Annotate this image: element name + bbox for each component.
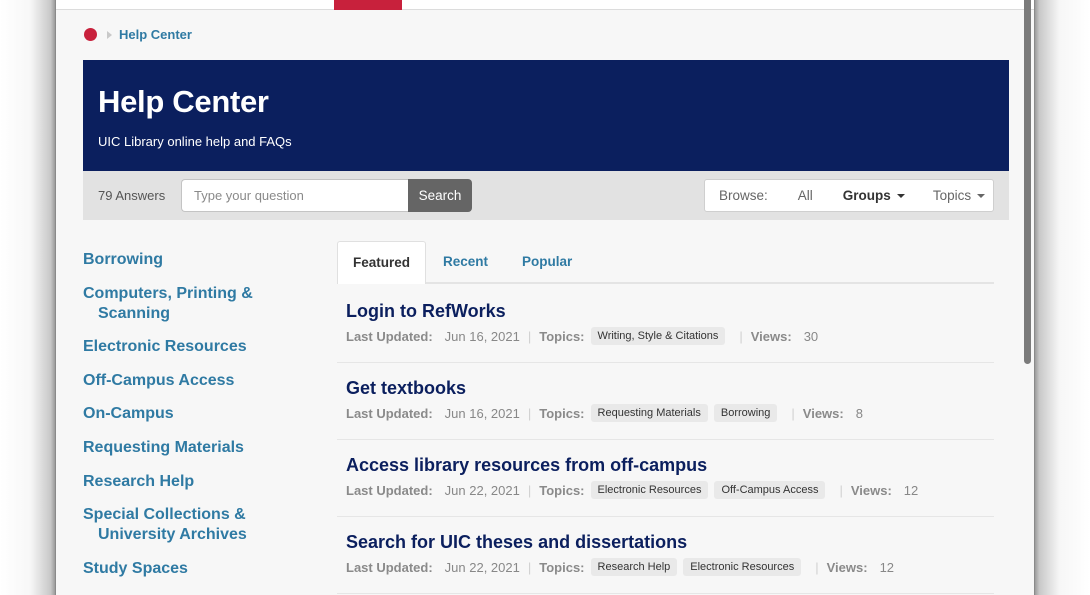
article-meta: Last Updated: Jun 22, 2021 | Topics: Ele… bbox=[346, 481, 994, 499]
browse-groups-dropdown[interactable]: Groups bbox=[843, 188, 905, 203]
last-updated-label: Last Updated: bbox=[346, 405, 433, 421]
last-updated-label: Last Updated: bbox=[346, 482, 433, 498]
browse-label: Browse: bbox=[719, 188, 768, 203]
tab-recent[interactable]: Recent bbox=[426, 241, 505, 284]
chevron-right-icon bbox=[107, 30, 112, 39]
breadcrumb-help-center[interactable]: Help Center bbox=[119, 27, 192, 42]
article-title-link[interactable]: Login to RefWorks bbox=[346, 300, 994, 322]
topic-tag[interactable]: Electronic Resources bbox=[590, 481, 709, 499]
page-subtitle: UIC Library online help and FAQs bbox=[98, 134, 292, 149]
window-shadow-left bbox=[0, 0, 55, 595]
tab-featured[interactable]: Featured bbox=[337, 241, 427, 284]
last-updated-value: Jun 16, 2021 bbox=[444, 405, 520, 421]
views-label: Views: bbox=[850, 482, 892, 498]
sidebar-item-electronic-resources[interactable]: Electronic Resources bbox=[83, 337, 313, 357]
sidebar-item-study-spaces[interactable]: Study Spaces bbox=[83, 559, 313, 579]
search-button[interactable]: Search bbox=[408, 179, 472, 212]
article-title-link[interactable]: Search for UIC theses and dissertations bbox=[346, 531, 994, 553]
separator: | bbox=[527, 328, 532, 344]
sidebar-item-special-collections[interactable]: Special Collections & University Archive… bbox=[83, 505, 313, 545]
page-scrollbar[interactable] bbox=[1024, 0, 1031, 364]
views-label: Views: bbox=[750, 328, 792, 344]
topic-tag[interactable]: Electronic Resources bbox=[683, 558, 802, 576]
caret-down-icon bbox=[896, 193, 905, 198]
separator: | bbox=[527, 482, 532, 498]
topic-sidebar: Borrowing Computers, Printing & Scanning… bbox=[83, 250, 313, 592]
views-value: 30 bbox=[803, 328, 819, 344]
topics-label: Topics: bbox=[539, 559, 585, 575]
list-item: Login to RefWorks Last Updated: Jun 16, … bbox=[337, 286, 994, 363]
tab-popular[interactable]: Popular bbox=[505, 241, 589, 284]
article-title-link[interactable]: Get textbooks bbox=[346, 377, 994, 399]
sidebar-item-on-campus[interactable]: On-Campus bbox=[83, 404, 313, 424]
page-banner: Help Center UIC Library online help and … bbox=[83, 60, 1009, 171]
article-meta: Last Updated: Jun 22, 2021 | Topics: Res… bbox=[346, 558, 994, 576]
article-meta: Last Updated: Jun 16, 2021 | Topics: Wri… bbox=[346, 327, 994, 345]
home-dot-icon[interactable] bbox=[84, 28, 97, 41]
last-updated-value: Jun 16, 2021 bbox=[444, 328, 520, 344]
views-value: 12 bbox=[903, 482, 919, 498]
list-item: Search for UIC theses and dissertations … bbox=[337, 517, 994, 594]
sidebar-item-off-campus-access[interactable]: Off-Campus Access bbox=[83, 371, 313, 391]
separator: | bbox=[739, 328, 743, 344]
breadcrumb: Help Center bbox=[84, 27, 192, 42]
last-updated-value: Jun 22, 2021 bbox=[444, 482, 520, 498]
topic-tag[interactable]: Writing, Style & Citations bbox=[590, 327, 726, 345]
article-tabs: Featured Recent Popular bbox=[337, 241, 994, 284]
article-list: Login to RefWorks Last Updated: Jun 16, … bbox=[337, 286, 994, 594]
top-navigation bbox=[56, 0, 1034, 10]
last-updated-label: Last Updated: bbox=[346, 328, 433, 344]
last-updated-value: Jun 22, 2021 bbox=[444, 559, 520, 575]
browse-all-link[interactable]: All bbox=[798, 188, 813, 203]
views-label: Views: bbox=[826, 559, 868, 575]
sidebar-item-computers-printing-scanning[interactable]: Computers, Printing & Scanning bbox=[83, 284, 313, 324]
search-bar: 79 Answers Search Browse: All Groups Top… bbox=[83, 171, 1009, 220]
views-label: Views: bbox=[802, 405, 844, 421]
sidebar-item-requesting-materials[interactable]: Requesting Materials bbox=[83, 438, 313, 458]
separator: | bbox=[527, 405, 532, 421]
sidebar-item-research-help[interactable]: Research Help bbox=[83, 472, 313, 492]
separator: | bbox=[815, 559, 819, 575]
article-meta: Last Updated: Jun 16, 2021 | Topics: Req… bbox=[346, 404, 994, 422]
browse-topics-dropdown[interactable]: Topics bbox=[932, 188, 986, 203]
views-value: 8 bbox=[855, 405, 863, 421]
window-shadow-right bbox=[1035, 0, 1090, 595]
topic-tag[interactable]: Research Help bbox=[590, 558, 678, 576]
search-input[interactable] bbox=[181, 179, 408, 212]
topic-tag[interactable]: Requesting Materials bbox=[590, 404, 708, 422]
list-item: Get textbooks Last Updated: Jun 16, 2021… bbox=[337, 363, 994, 440]
separator: | bbox=[839, 482, 843, 498]
active-nav-indicator bbox=[334, 0, 402, 10]
last-updated-label: Last Updated: bbox=[346, 559, 433, 575]
topics-label: Topics: bbox=[539, 328, 585, 344]
answers-count: 79 Answers bbox=[98, 188, 166, 203]
topics-label: Topics: bbox=[539, 482, 585, 498]
sidebar-item-borrowing[interactable]: Borrowing bbox=[83, 250, 313, 270]
list-item: Access library resources from off-campus… bbox=[337, 440, 994, 517]
views-value: 12 bbox=[879, 559, 895, 575]
separator: | bbox=[527, 559, 532, 575]
article-title-link[interactable]: Access library resources from off-campus bbox=[346, 454, 994, 476]
topics-label: Topics: bbox=[539, 405, 585, 421]
page-title: Help Center bbox=[98, 84, 269, 119]
topic-tag[interactable]: Off-Campus Access bbox=[714, 481, 826, 499]
separator: | bbox=[791, 405, 795, 421]
caret-down-icon bbox=[977, 193, 986, 198]
browse-groups-label: Groups bbox=[842, 188, 891, 203]
browse-topics-label: Topics bbox=[932, 188, 972, 203]
browse-bar: Browse: All Groups Topics bbox=[704, 179, 994, 212]
browser-page: Help Center Help Center UIC Library onli… bbox=[55, 0, 1035, 595]
topic-tag[interactable]: Borrowing bbox=[713, 404, 778, 422]
